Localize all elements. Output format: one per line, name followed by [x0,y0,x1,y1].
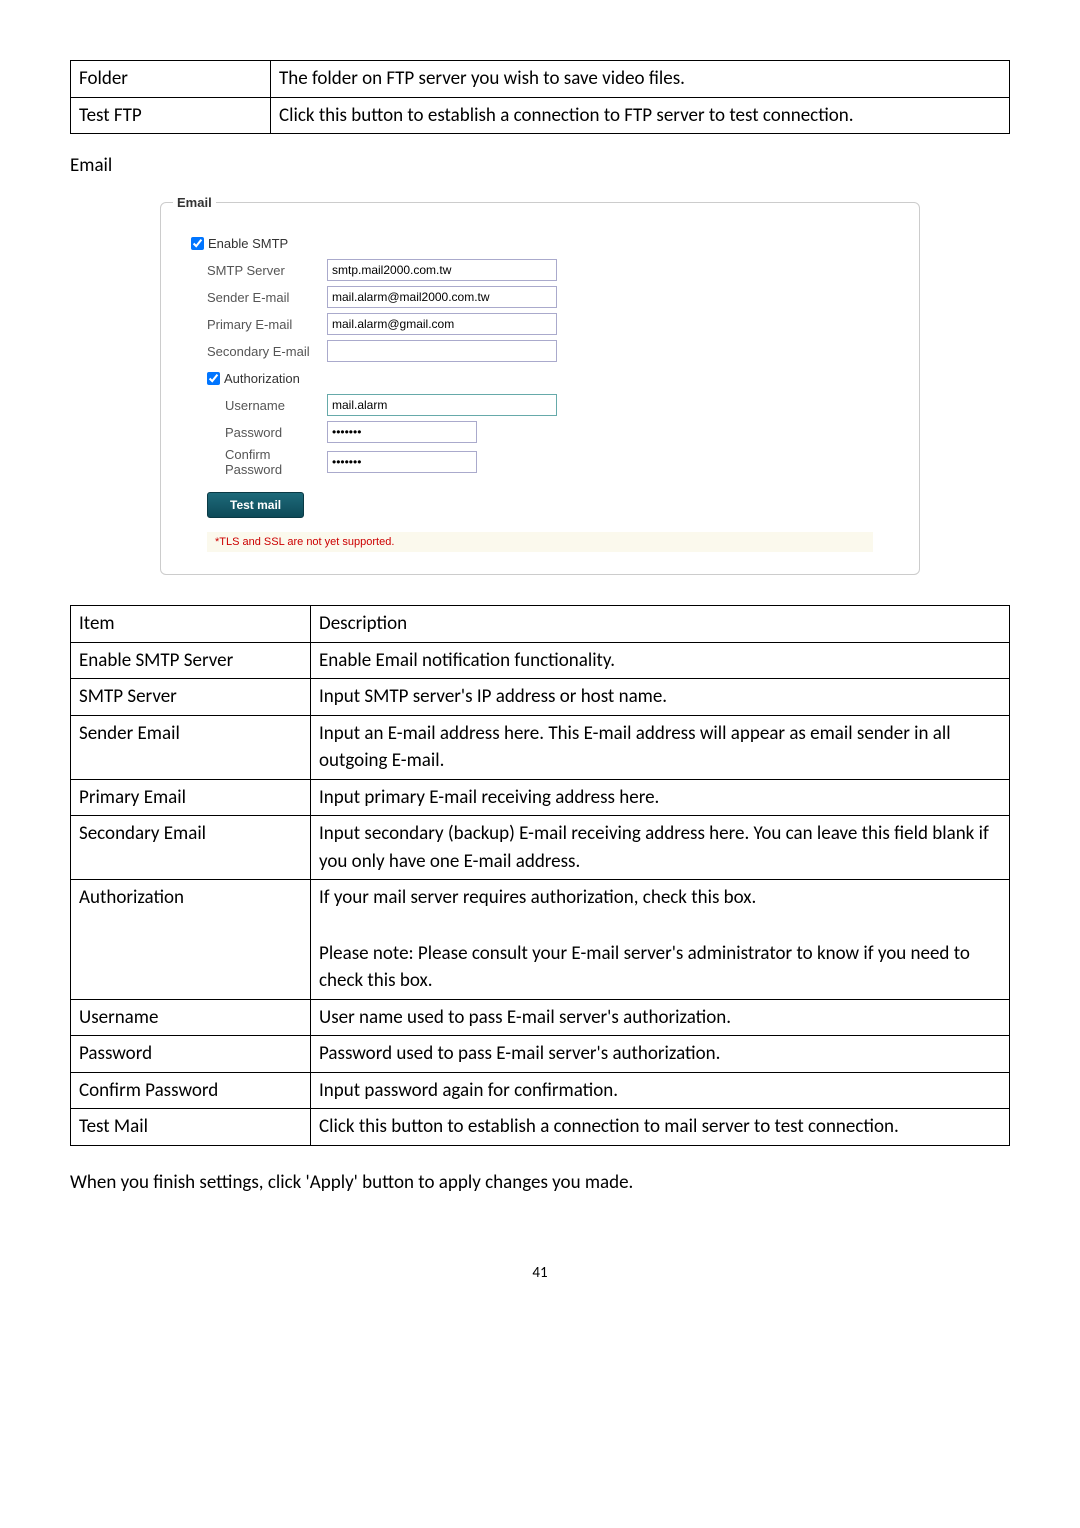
sender-row: Sender E-mail [177,285,903,309]
authorization-row: Authorization [177,366,903,390]
enable-smtp-label: Enable SMTP [208,236,288,251]
confirm-input[interactable] [327,451,477,473]
cell-item: Secondary Email [71,816,311,880]
confirm-row: Confirm Password [177,447,903,477]
cell-item: Primary Email [71,779,311,816]
table-row: Secondary Email Input secondary (backup)… [71,816,1010,880]
section-heading-email: Email [70,154,1010,177]
authorization-checkbox[interactable] [207,372,220,385]
table-row: Enable SMTP Server Enable Email notifica… [71,642,1010,679]
authorization-label: Authorization [224,371,300,386]
username-input[interactable] [327,394,557,416]
smtp-server-input[interactable] [327,259,557,281]
table-row: Authorization If your mail server requir… [71,880,1010,999]
password-input[interactable] [327,421,477,443]
cell-desc: If your mail server requires authorizati… [311,880,1010,999]
ftp-table: Folder The folder on FTP server you wish… [70,60,1010,134]
email-description-table: Item Description Enable SMTP Server Enab… [70,605,1010,1146]
secondary-input[interactable] [327,340,557,362]
cell-item: Sender Email [71,715,311,779]
cell-testftp-desc: Click this button to establish a connect… [271,97,1010,134]
header-item: Item [71,606,311,643]
enable-smtp-row: Enable SMTP [177,231,903,255]
cell-desc: Input password again for confirmation. [311,1072,1010,1109]
cell-item: Password [71,1036,311,1073]
cell-desc: Input secondary (backup) E-mail receivin… [311,816,1010,880]
table-row: Password Password used to pass E-mail se… [71,1036,1010,1073]
header-description: Description [311,606,1010,643]
cell-item: Username [71,999,311,1036]
cell-item: Enable SMTP Server [71,642,311,679]
fieldset-legend: Email [173,195,216,210]
username-row: Username [177,393,903,417]
table-row: Confirm Password Input password again fo… [71,1072,1010,1109]
smtp-server-row: SMTP Server [177,258,903,282]
table-row: Test Mail Click this button to establish… [71,1109,1010,1146]
email-settings-panel: Email Enable SMTP SMTP Server Sender E-m… [160,202,920,575]
primary-label: Primary E-mail [177,317,327,332]
table-row: Username User name used to pass E-mail s… [71,999,1010,1036]
sender-label: Sender E-mail [177,290,327,305]
enable-smtp-checkbox[interactable] [191,237,204,250]
cell-desc: Password used to pass E-mail server's au… [311,1036,1010,1073]
cell-item: SMTP Server [71,679,311,716]
secondary-row: Secondary E-mail [177,339,903,363]
confirm-label: Confirm Password [177,447,327,477]
cell-testftp-label: Test FTP [71,97,271,134]
cell-item: Test Mail [71,1109,311,1146]
cell-desc: Input SMTP server's IP address or host n… [311,679,1010,716]
table-row: Sender Email Input an E-mail address her… [71,715,1010,779]
primary-row: Primary E-mail [177,312,903,336]
password-row: Password [177,420,903,444]
sender-input[interactable] [327,286,557,308]
table-row: SMTP Server Input SMTP server's IP addre… [71,679,1010,716]
password-label: Password [177,425,327,440]
table-row: Primary Email Input primary E-mail recei… [71,779,1010,816]
table-row: Test FTP Click this button to establish … [71,97,1010,134]
primary-input[interactable] [327,313,557,335]
cell-folder-desc: The folder on FTP server you wish to sav… [271,61,1010,98]
cell-desc: Input primary E-mail receiving address h… [311,779,1010,816]
cell-desc: User name used to pass E-mail server's a… [311,999,1010,1036]
username-label: Username [177,398,327,413]
cell-item: Authorization [71,880,311,999]
tls-ssl-note: *TLS and SSL are not yet supported. [207,532,873,552]
cell-desc: Enable Email notification functionality. [311,642,1010,679]
smtp-server-label: SMTP Server [177,263,327,278]
secondary-label: Secondary E-mail [177,344,327,359]
cell-desc: Click this button to establish a connect… [311,1109,1010,1146]
page-number: 41 [70,1264,1010,1282]
test-mail-button[interactable]: Test mail [207,492,304,518]
closing-text: When you finish settings, click 'Apply' … [70,1171,1010,1194]
cell-desc: Input an E-mail address here. This E-mai… [311,715,1010,779]
cell-folder-label: Folder [71,61,271,98]
table-row: Folder The folder on FTP server you wish… [71,61,1010,98]
cell-item: Confirm Password [71,1072,311,1109]
table-header-row: Item Description [71,606,1010,643]
